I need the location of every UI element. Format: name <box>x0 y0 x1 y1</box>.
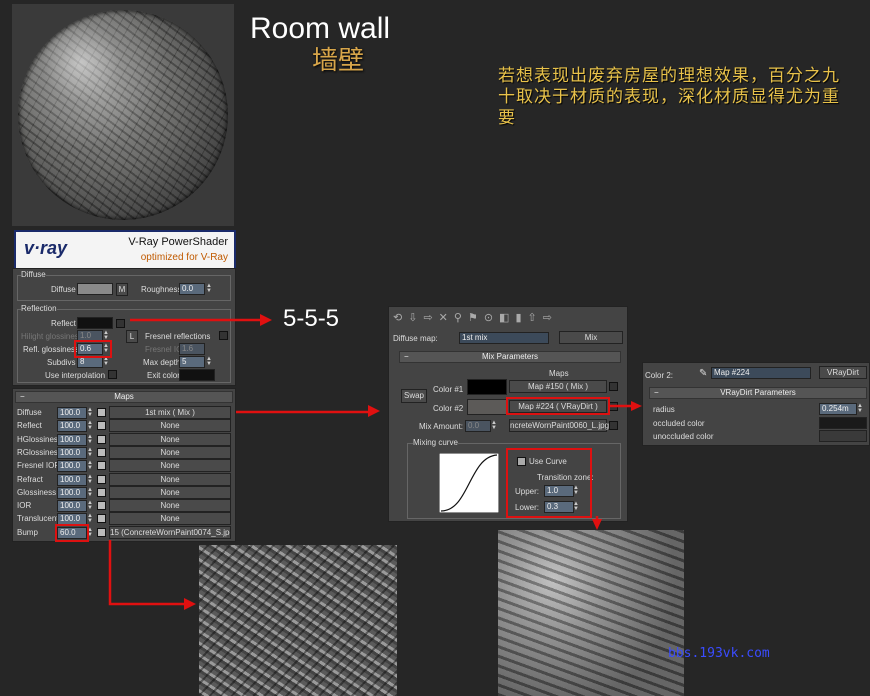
arrow-to-dirt-head <box>631 401 642 411</box>
watermark: bbs.193vk.com <box>668 646 770 661</box>
arrow-to-mix-head <box>368 405 380 417</box>
arrow-to-bump-texture-head <box>184 598 196 610</box>
arrow-to-mix-texture-head <box>592 519 602 530</box>
annotation-arrows <box>108 314 642 610</box>
arrow-to-bump-texture <box>108 540 186 606</box>
arrow-to-555-head <box>260 314 272 326</box>
